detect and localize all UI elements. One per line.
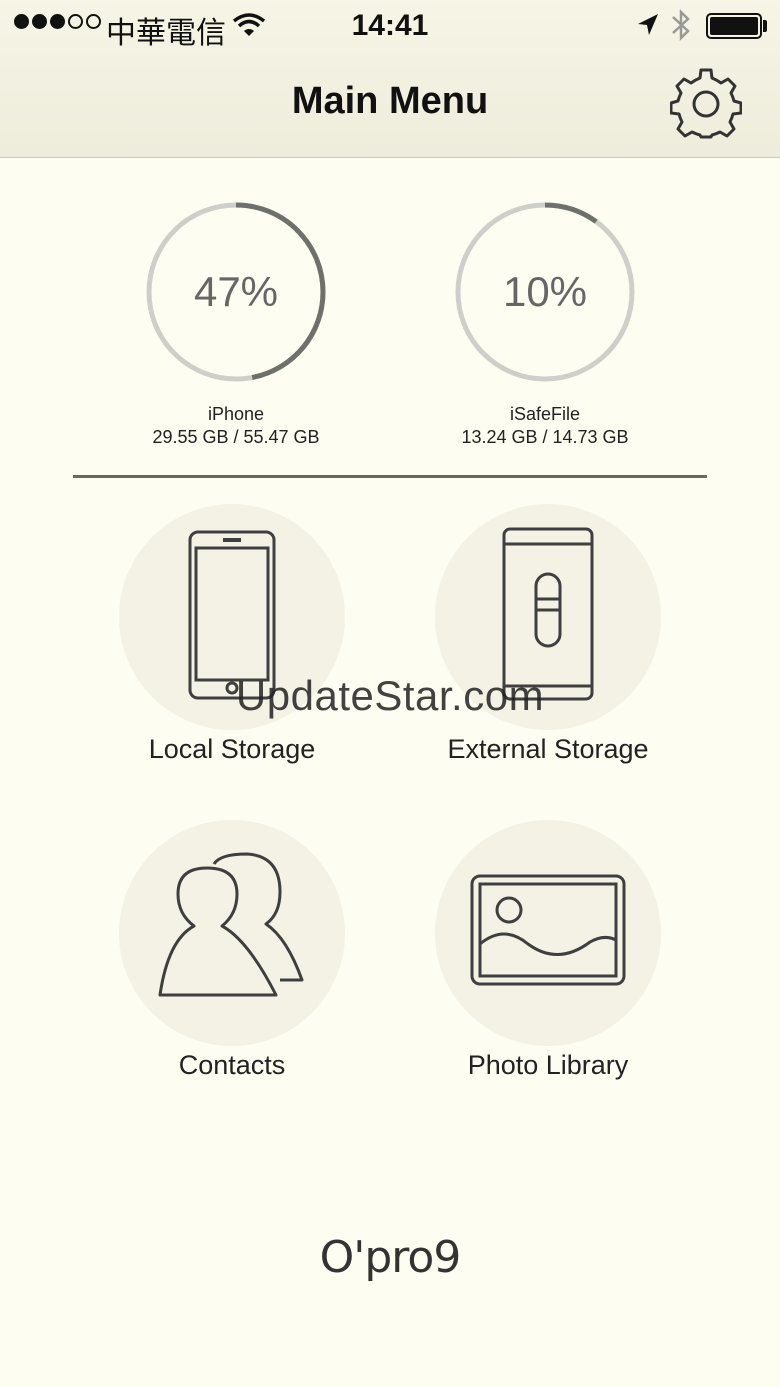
section-divider	[73, 475, 707, 478]
watermark: UpdateStar.com	[235, 672, 545, 719]
location-arrow-icon	[638, 14, 658, 35]
bluetooth-icon	[672, 8, 690, 42]
status-bar: 中華電信 14:41	[0, 0, 780, 52]
iphone-storage-label: iPhone 29.55 GB / 55.47 GB	[106, 403, 366, 449]
iphone-usage: 29.55 GB / 55.47 GB	[152, 427, 320, 447]
local-storage-label: Local Storage	[148, 734, 316, 764]
isafefile-storage-percent: 10%	[502, 268, 588, 315]
battery-icon	[706, 13, 762, 39]
iphone-storage-percent: 47%	[193, 268, 279, 315]
isafefile-name: iSafeFile	[509, 404, 581, 424]
brand-logo: O'pro9	[319, 1232, 462, 1283]
iphone-name: iPhone	[207, 404, 265, 424]
top-bar: 中華電信 14:41 Main Menu	[0, 0, 780, 158]
isafefile-usage: 13.24 GB / 14.73 GB	[461, 427, 629, 447]
page-title: Main Menu	[291, 80, 489, 122]
gear-icon[interactable]	[670, 68, 742, 140]
battery-tip	[763, 20, 767, 32]
contacts-icon	[158, 852, 304, 997]
isafefile-storage-label: iSafeFile 13.24 GB / 14.73 GB	[415, 403, 675, 449]
photo-icon	[470, 874, 626, 986]
photo-library-label: Photo Library	[467, 1050, 629, 1080]
external-storage-label: External Storage	[447, 734, 649, 764]
status-time: 14:41	[351, 9, 429, 42]
contacts-label: Contacts	[178, 1050, 286, 1080]
